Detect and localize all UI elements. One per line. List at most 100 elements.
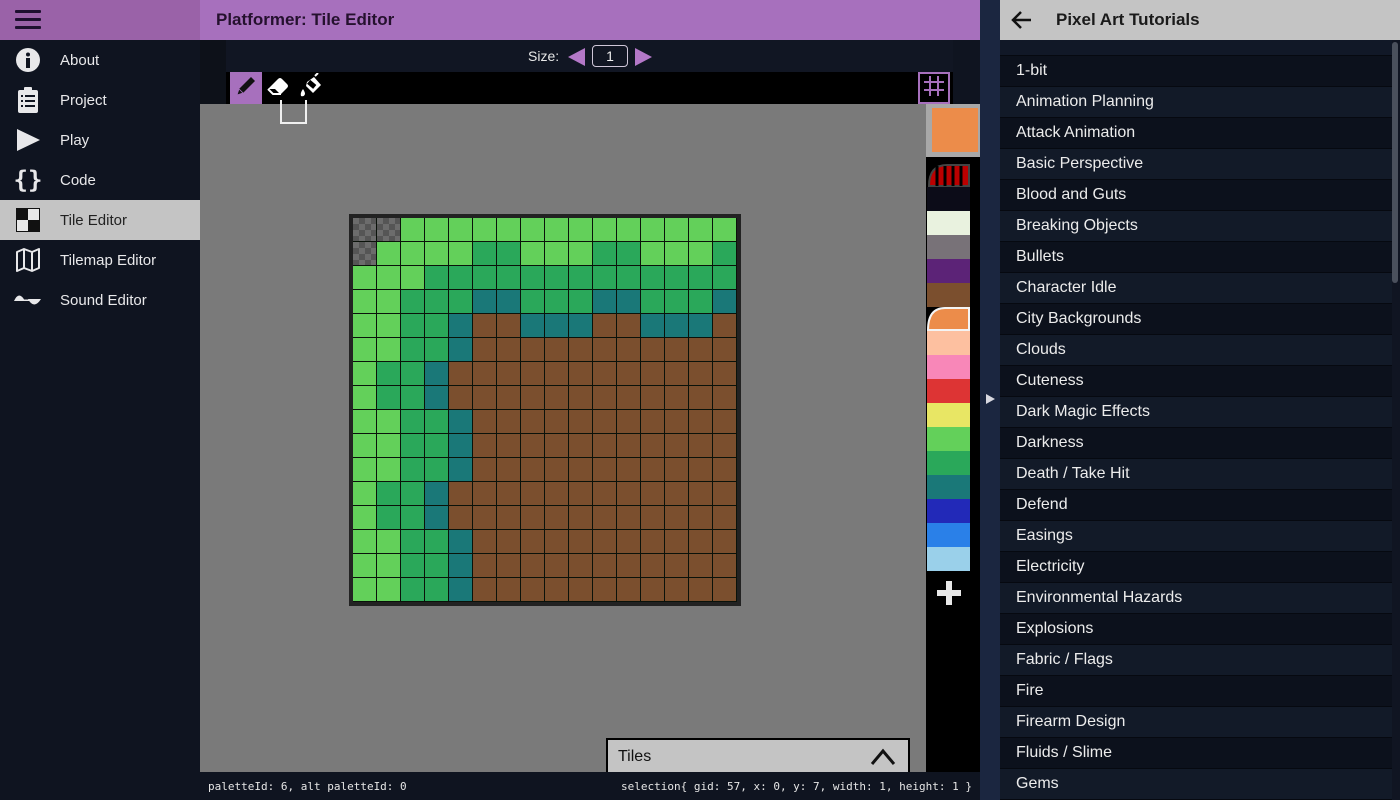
tile-pixel[interactable]	[665, 530, 689, 554]
palette-swatch[interactable]	[927, 379, 970, 403]
tile-pixel[interactable]	[353, 578, 377, 602]
palette-swatch[interactable]	[927, 427, 970, 451]
tile-pixel[interactable]	[713, 218, 737, 242]
tile-pixel[interactable]	[713, 314, 737, 338]
tile-pixel[interactable]	[497, 242, 521, 266]
tile-pixel[interactable]	[401, 386, 425, 410]
tile-pixel[interactable]	[713, 338, 737, 362]
tile-pixel[interactable]	[521, 218, 545, 242]
tile-pixel[interactable]	[569, 506, 593, 530]
tile-pixel[interactable]	[545, 482, 569, 506]
tile-pixel[interactable]	[689, 578, 713, 602]
tile-pixel[interactable]	[473, 338, 497, 362]
tile-pixel[interactable]	[449, 482, 473, 506]
tile-pixel[interactable]	[497, 362, 521, 386]
tile-pixel[interactable]	[689, 218, 713, 242]
tile-pixel[interactable]	[641, 362, 665, 386]
tile-pixel[interactable]	[497, 530, 521, 554]
tile-pixel[interactable]	[401, 434, 425, 458]
tile-pixel[interactable]	[425, 506, 449, 530]
tile-pixel[interactable]	[713, 386, 737, 410]
tile-pixel[interactable]	[353, 266, 377, 290]
tile-pixel[interactable]	[569, 458, 593, 482]
tile-pixel[interactable]	[425, 266, 449, 290]
tile-pixel[interactable]	[401, 530, 425, 554]
tile-pixel[interactable]	[641, 386, 665, 410]
tile-pixel[interactable]	[425, 242, 449, 266]
tile-pixel[interactable]	[641, 410, 665, 434]
tile-pixel[interactable]	[497, 266, 521, 290]
tile-pixel[interactable]	[473, 290, 497, 314]
tile-pixel[interactable]	[665, 578, 689, 602]
palette-swatch[interactable]	[927, 451, 970, 475]
tile-pixel[interactable]	[689, 290, 713, 314]
size-input[interactable]: 1	[592, 45, 628, 67]
tile-pixel[interactable]	[473, 554, 497, 578]
tile-pixel[interactable]	[377, 530, 401, 554]
tile-pixel[interactable]	[713, 410, 737, 434]
tile-pixel[interactable]	[641, 242, 665, 266]
tile-pixel[interactable]	[617, 266, 641, 290]
tile-pixel[interactable]	[545, 362, 569, 386]
tile-pixel[interactable]	[569, 482, 593, 506]
palette-swatch[interactable]	[927, 547, 970, 571]
tile-pixel[interactable]	[689, 482, 713, 506]
tile-pixel[interactable]	[401, 578, 425, 602]
tile-pixel[interactable]	[641, 290, 665, 314]
palette-swatch[interactable]	[927, 163, 970, 187]
tile-pixel[interactable]	[689, 410, 713, 434]
tile-pixel[interactable]	[401, 482, 425, 506]
tile-pixel[interactable]	[617, 458, 641, 482]
tile-pixel[interactable]	[545, 290, 569, 314]
tile-pixel[interactable]	[401, 242, 425, 266]
tile-pixel[interactable]	[425, 434, 449, 458]
tile-pixel[interactable]	[641, 506, 665, 530]
palette-swatch[interactable]	[927, 403, 970, 427]
tile-pixel[interactable]	[569, 362, 593, 386]
tile-pixel[interactable]	[545, 386, 569, 410]
tile-pixel[interactable]	[377, 386, 401, 410]
tile-pixel[interactable]	[569, 554, 593, 578]
tutorial-list-item[interactable]: Death / Take Hit	[1000, 459, 1392, 490]
tile-pixel[interactable]	[617, 242, 641, 266]
tile-pixel[interactable]	[449, 338, 473, 362]
tile-pixel[interactable]	[425, 410, 449, 434]
tutorial-list-item[interactable]: Fabric / Flags	[1000, 645, 1392, 676]
tile-pixel[interactable]	[665, 290, 689, 314]
tile-pixel[interactable]	[617, 482, 641, 506]
menu-icon[interactable]	[15, 10, 41, 30]
back-arrow-icon[interactable]	[1010, 8, 1034, 37]
grid-toggle-button[interactable]	[918, 72, 950, 104]
tile-pixel[interactable]	[617, 338, 641, 362]
tile-pixel[interactable]	[401, 362, 425, 386]
tile-pixel[interactable]	[353, 362, 377, 386]
tile-pixel[interactable]	[425, 218, 449, 242]
tile-pixel[interactable]	[497, 458, 521, 482]
tutorial-list-item[interactable]: Fluids / Slime	[1000, 738, 1392, 769]
tile-pixel[interactable]	[353, 386, 377, 410]
tile-pixel[interactable]	[521, 386, 545, 410]
tile-pixel[interactable]	[521, 338, 545, 362]
tile-pixel[interactable]	[353, 554, 377, 578]
tile-pixel[interactable]	[521, 506, 545, 530]
tile-pixel[interactable]	[545, 314, 569, 338]
tile-pixel[interactable]	[473, 242, 497, 266]
tile-pixel[interactable]	[473, 530, 497, 554]
tile-pixel[interactable]	[521, 458, 545, 482]
tile-pixel[interactable]	[425, 530, 449, 554]
size-decrease-button[interactable]	[568, 48, 585, 66]
tile-pixel[interactable]	[449, 290, 473, 314]
tile-pixel[interactable]	[545, 410, 569, 434]
tile-pixel[interactable]	[593, 554, 617, 578]
tile-pixel[interactable]	[377, 410, 401, 434]
palette-swatch[interactable]	[927, 475, 970, 499]
tile-pixel[interactable]	[545, 506, 569, 530]
tile-pixel[interactable]	[617, 410, 641, 434]
tutorial-list-item[interactable]: Environmental Hazards	[1000, 583, 1392, 614]
palette-swatch[interactable]	[927, 331, 970, 355]
tile-pixel[interactable]	[665, 506, 689, 530]
tile-pixel[interactable]	[713, 530, 737, 554]
tile-pixel[interactable]	[593, 386, 617, 410]
tile-pixel[interactable]	[665, 410, 689, 434]
tile-pixel[interactable]	[425, 314, 449, 338]
